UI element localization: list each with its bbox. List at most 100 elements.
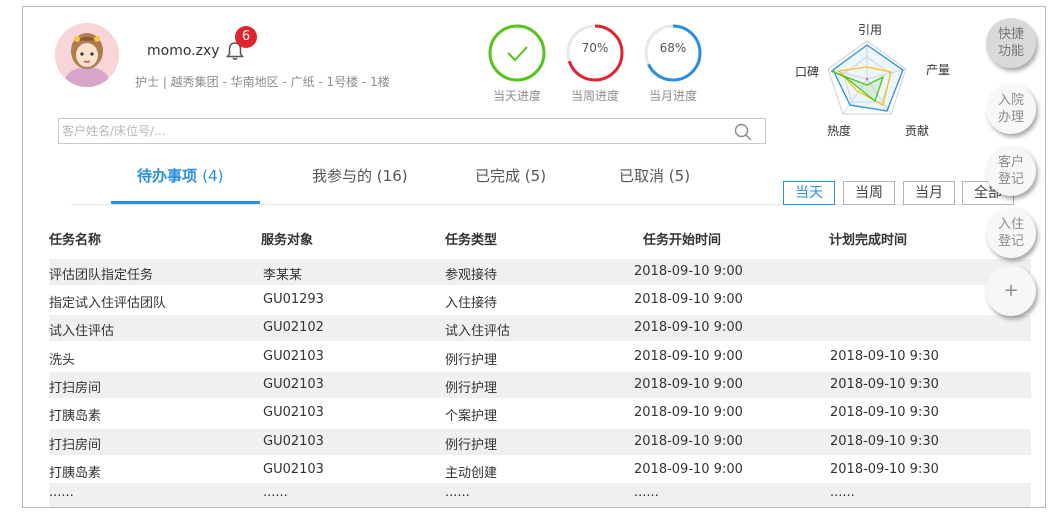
notification-badge: 6 [235, 26, 257, 48]
tab-label: 已取消 [619, 167, 665, 185]
username: momo.zxy [147, 43, 220, 59]
table-row[interactable]: 评估团队指定任务 李某某 参观接待 2018-09-10 9:00 [49, 259, 1031, 285]
table-row[interactable]: 洗头 GU02103 例行护理 2018-09-10 9:00 2018-09-… [49, 344, 1031, 370]
daily-progress-ring [488, 24, 546, 82]
task-type: 试入住评估 [445, 324, 511, 339]
quick-label: 登记 [997, 234, 1024, 249]
admission-button[interactable]: 入院 办理 [986, 84, 1036, 134]
start-time: 2018-09-10 9:00 [634, 377, 743, 392]
planned-finish-time: 2018-09-10 9:30 [830, 405, 939, 420]
quick-label: 入住 [997, 217, 1024, 232]
period-week-button[interactable]: 当周 [843, 181, 895, 205]
planned-finish-time: ...... [830, 485, 855, 500]
task-name: ...... [49, 485, 74, 500]
task-type: 例行护理 [445, 438, 498, 453]
task-name: 打胰岛素 [49, 409, 102, 424]
service-target: GU02103 [263, 462, 324, 477]
task-type: 个案护理 [445, 409, 498, 424]
table-header: 任务名称 服务对象 任务类型 任务开始时间 计划完成时间 [49, 221, 1009, 251]
quick-label: 登记 [997, 172, 1024, 187]
start-time: 2018-09-10 9:00 [634, 462, 743, 477]
customer-register-button[interactable]: 客户 登记 [986, 146, 1036, 196]
tab-participated[interactable]: 我参与的 (16) [312, 165, 408, 186]
monthly-progress-value: 68% [659, 41, 687, 55]
monthly-progress-label: 当月进度 [648, 89, 697, 103]
tab-completed[interactable]: 已完成 (5) [475, 165, 546, 186]
column-header[interactable]: 任务名称 [49, 229, 101, 248]
task-type: ...... [445, 485, 470, 500]
service-target: GU02103 [263, 349, 324, 364]
active-tab-indicator [111, 201, 260, 204]
quick-label: 入院 [997, 93, 1024, 108]
weekly-progress: 70% 当周进度 [565, 23, 625, 104]
search-box [58, 118, 766, 144]
task-type: 例行护理 [445, 353, 498, 368]
search-input[interactable] [59, 119, 719, 143]
radar-axis-label: 口碑 [795, 65, 820, 79]
planned-finish-time: 2018-09-10 9:30 [830, 434, 939, 449]
task-name: 试入住评估 [49, 324, 115, 339]
user-meta: 护士 | 越秀集团 - 华南地区 - 广纸 - 1号楼 - 1楼 [135, 75, 390, 89]
task-type: 入住接待 [445, 296, 498, 311]
search-icon[interactable] [733, 122, 753, 142]
table-row[interactable]: 指定试入住评估团队 GU01293 入住接待 2018-09-10 9:00 [49, 287, 1031, 313]
column-header[interactable]: 服务对象 [261, 229, 313, 248]
avatar[interactable] [55, 23, 119, 87]
service-target: GU02103 [263, 377, 324, 392]
table-row[interactable]: 打胰岛素 GU02103 个案护理 2018-09-10 9:00 2018-0… [49, 400, 1031, 426]
start-time: 2018-09-10 9:00 [634, 292, 743, 307]
task-type: 参观接待 [445, 268, 498, 283]
radar-axis-label: 引用 [858, 23, 883, 37]
start-time: 2018-09-10 9:00 [634, 405, 743, 420]
table-row[interactable]: ...... ...... ...... ...... ...... [49, 483, 1031, 507]
add-button[interactable]: + [986, 266, 1036, 316]
period-today-button[interactable]: 当天 [783, 181, 835, 205]
table-row[interactable]: 打扫房间 GU02103 例行护理 2018-09-10 9:00 2018-0… [49, 429, 1031, 455]
start-time: 2018-09-10 9:00 [634, 434, 743, 449]
service-target: GU01293 [263, 292, 324, 307]
service-target: GU02103 [263, 405, 324, 420]
workbench-panel: momo.zxy 6 护士 | 越秀集团 - 华南地区 - 广纸 - 1号楼 -… [22, 6, 1046, 508]
task-name: 指定试入住评估团队 [49, 296, 167, 311]
radar-axis-label: 热度 [827, 124, 852, 138]
service-target: GU02103 [263, 434, 324, 449]
tab-label: 已完成 [475, 167, 521, 185]
weekly-progress-value: 70% [581, 41, 609, 55]
task-name: 评估团队指定任务 [49, 268, 154, 283]
tab-label: 我参与的 [312, 167, 373, 185]
tab-todo[interactable]: 待办事项 (4) [137, 165, 224, 186]
column-header[interactable]: 任务类型 [445, 229, 497, 248]
tab-count: (5) [524, 167, 547, 185]
task-type: 主动创建 [445, 466, 498, 481]
service-target: GU02102 [263, 320, 324, 335]
task-name: 打扫房间 [49, 438, 102, 453]
column-header[interactable]: 计划完成时间 [829, 229, 907, 248]
tab-cancelled[interactable]: 已取消 (5) [619, 165, 690, 186]
tab-count: (4) [202, 167, 224, 185]
start-time: 2018-09-10 9:00 [634, 320, 743, 335]
table-row[interactable]: 打胰岛素 GU02103 主动创建 2018-09-10 9:00 2018-0… [49, 457, 1031, 483]
planned-finish-time: 2018-09-10 9:30 [830, 462, 939, 477]
planned-finish-time: 2018-09-10 9:30 [830, 349, 939, 364]
radar-axis-label: 产量 [926, 63, 951, 77]
task-name: 打扫房间 [49, 381, 102, 396]
weekly-progress-label: 当周进度 [570, 89, 619, 103]
service-target: 李某某 [263, 268, 303, 283]
start-time: 2018-09-10 9:00 [634, 264, 743, 279]
table-row[interactable]: 试入住评估 GU02102 试入住评估 2018-09-10 9:00 [49, 315, 1031, 341]
plus-icon: + [1003, 280, 1019, 301]
task-name: 打胰岛素 [49, 466, 102, 481]
quick-label: 客户 [997, 155, 1024, 170]
quick-functions-button[interactable]: 快捷 功能 [986, 18, 1036, 68]
check-in-register-button[interactable]: 入住 登记 [986, 208, 1036, 258]
column-header[interactable]: 任务开始时间 [643, 229, 721, 248]
start-time: 2018-09-10 9:00 [634, 349, 743, 364]
quick-label: 功能 [997, 44, 1024, 59]
start-time: ...... [634, 485, 659, 500]
radar-chart: 引用 产量 贡献 热度 口碑 [795, 19, 965, 143]
daily-progress-label: 当天进度 [492, 89, 541, 103]
task-name: 洗头 [49, 353, 76, 368]
table-row[interactable]: 打扫房间 GU02103 例行护理 2018-09-10 9:00 2018-0… [49, 372, 1031, 398]
period-month-button[interactable]: 当月 [903, 181, 955, 205]
quick-label: 快捷 [997, 27, 1024, 42]
